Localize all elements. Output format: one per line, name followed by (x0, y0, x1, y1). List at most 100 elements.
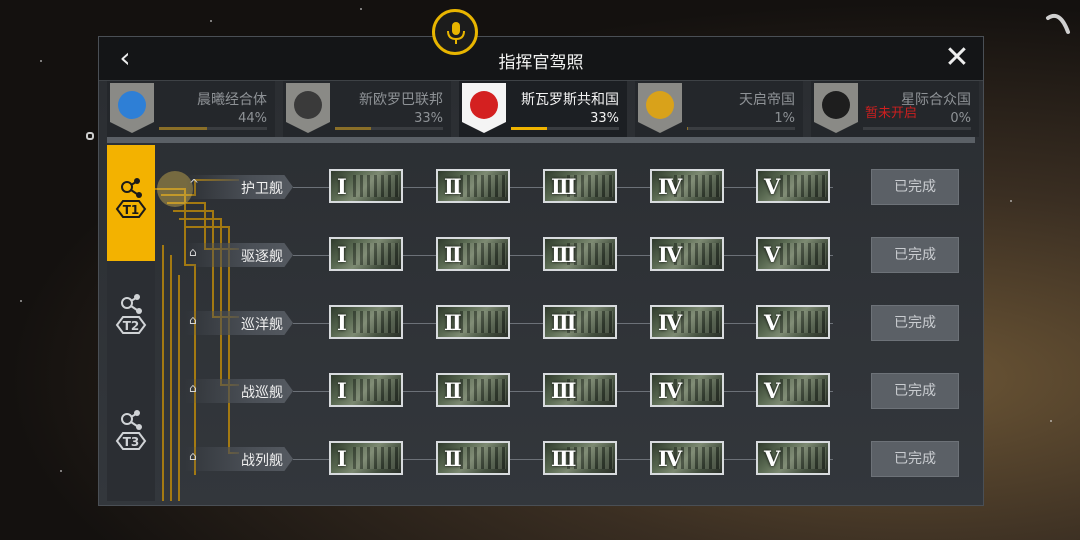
license-level-card[interactable]: IV (650, 169, 724, 203)
swipe-gesture-icon (1046, 13, 1070, 34)
cross-emblem-icon (286, 83, 330, 133)
faction-tab[interactable]: 天启帝国 1% (635, 81, 803, 137)
license-level-card[interactable]: II (436, 237, 510, 271)
voice-chat-button[interactable] (432, 9, 478, 55)
license-level-card[interactable]: V (756, 305, 830, 339)
ship-class-label[interactable]: ⌂ 战列舰 (185, 447, 293, 471)
license-level-card[interactable]: I (329, 305, 403, 339)
completed-button[interactable]: 已完成 (871, 441, 959, 477)
faction-tab[interactable]: 斯瓦罗斯共和国 33% (459, 81, 627, 137)
faction-progress-bar (511, 127, 619, 130)
tier-label: T2 (123, 319, 140, 333)
tier-label: T3 (123, 435, 140, 449)
license-level-card[interactable]: IV (650, 373, 724, 407)
close-button[interactable]: ✕ (937, 39, 977, 79)
expand-chevron-icon: ⌂ (189, 313, 197, 327)
faction-name: 斯瓦罗斯共和国 (521, 92, 619, 108)
license-level-card[interactable]: IV (650, 237, 724, 271)
tier-label: T1 (123, 203, 140, 217)
page-title: 指挥官驾照 (498, 53, 584, 73)
license-level-card[interactable]: III (543, 305, 617, 339)
license-level-card[interactable]: V (756, 373, 830, 407)
level-numeral: II (444, 242, 462, 267)
ship-class-name: 驱逐舰 (241, 249, 283, 265)
level-numeral: V (764, 446, 780, 471)
license-level-card[interactable]: II (436, 441, 510, 475)
level-numeral: I (337, 446, 347, 471)
faction-percent: 33% (414, 111, 443, 126)
level-numeral: III (551, 174, 577, 199)
license-level-card[interactable]: III (543, 169, 617, 203)
level-numeral: III (551, 310, 577, 335)
level-numeral: II (444, 310, 462, 335)
faction-progress-bar (863, 127, 971, 130)
level-numeral: V (764, 174, 780, 199)
level-numeral: III (551, 446, 577, 471)
locked-label: 暂未开启 (865, 106, 918, 121)
level-numeral: III (551, 378, 577, 403)
level-numeral: II (444, 174, 462, 199)
level-numeral: II (444, 446, 462, 471)
expand-chevron-icon: ⌂ (189, 381, 197, 395)
faction-tab[interactable]: 新欧罗巴联邦 33% (283, 81, 451, 137)
faction-divider (107, 137, 975, 143)
license-level-card[interactable]: I (329, 373, 403, 407)
apocalypse-emblem-icon (638, 83, 682, 133)
license-level-card[interactable]: III (543, 373, 617, 407)
level-numeral: I (337, 378, 347, 403)
ship-class-name: 战巡舰 (241, 385, 283, 401)
molecule-icon: T1 (115, 178, 147, 218)
faction-name: 新欧罗巴联邦 (359, 92, 443, 108)
license-level-card[interactable]: V (756, 237, 830, 271)
tier-tab-t3[interactable]: T3 (107, 377, 155, 493)
level-numeral: IV (658, 310, 682, 335)
completed-button[interactable]: 已完成 (871, 305, 959, 341)
ship-class-name: 巡洋舰 (241, 317, 283, 333)
tier-sidebar: T1 T2 T3 (107, 145, 155, 501)
level-numeral: I (337, 174, 347, 199)
ship-class-label[interactable]: ⌂ 驱逐舰 (185, 243, 293, 267)
faction-percent: 0% (950, 111, 971, 126)
ship-class-label[interactable]: ⌂ 战巡舰 (185, 379, 293, 403)
faction-tabs: 晨曦经合体 44% 新欧罗巴联邦 33% 斯瓦罗斯共和国 33% 天启帝国 1% 星际合众国 0%… (107, 81, 979, 137)
completed-button[interactable]: 已完成 (871, 237, 959, 273)
ship-class-label[interactable]: ^ 护卫舰 (185, 175, 293, 199)
faction-tab[interactable]: 晨曦经合体 44% (107, 81, 275, 137)
expand-chevron-icon: ^ (189, 177, 200, 191)
license-level-card[interactable]: I (329, 441, 403, 475)
faction-name: 晨曦经合体 (197, 92, 267, 108)
faction-tab[interactable]: 星际合众国 0% 暂未开启 (811, 81, 979, 137)
license-level-card[interactable]: I (329, 169, 403, 203)
molecule-icon: T3 (115, 410, 147, 450)
license-level-card[interactable]: II (436, 373, 510, 407)
red-star-emblem-icon (462, 83, 506, 133)
license-level-card[interactable]: II (436, 169, 510, 203)
expand-chevron-icon: ⌂ (189, 449, 197, 463)
license-level-card[interactable]: III (543, 441, 617, 475)
microphone-icon (447, 22, 465, 44)
level-numeral: I (337, 242, 347, 267)
hex-cube-emblem-icon (814, 83, 858, 133)
completed-button[interactable]: 已完成 (871, 373, 959, 409)
license-level-card[interactable]: V (756, 441, 830, 475)
level-numeral: V (764, 242, 780, 267)
level-numeral: IV (658, 242, 682, 267)
license-level-card[interactable]: V (756, 169, 830, 203)
license-level-card[interactable]: IV (650, 441, 724, 475)
tier-tab-t2[interactable]: T2 (107, 261, 155, 377)
license-level-card[interactable]: III (543, 237, 617, 271)
tier-tab-t1[interactable]: T1 (107, 145, 155, 261)
level-numeral: II (444, 378, 462, 403)
side-marker-icon (86, 132, 94, 140)
level-numeral: IV (658, 378, 682, 403)
license-level-card[interactable]: I (329, 237, 403, 271)
faction-progress-bar (159, 127, 267, 130)
ship-class-label[interactable]: ⌂ 巡洋舰 (185, 311, 293, 335)
faction-percent: 44% (238, 111, 267, 126)
completed-button[interactable]: 已完成 (871, 169, 959, 205)
faction-progress-bar (687, 127, 795, 130)
molecule-icon: T2 (115, 294, 147, 334)
license-level-card[interactable]: II (436, 305, 510, 339)
license-level-card[interactable]: IV (650, 305, 724, 339)
faction-percent: 33% (590, 111, 619, 126)
